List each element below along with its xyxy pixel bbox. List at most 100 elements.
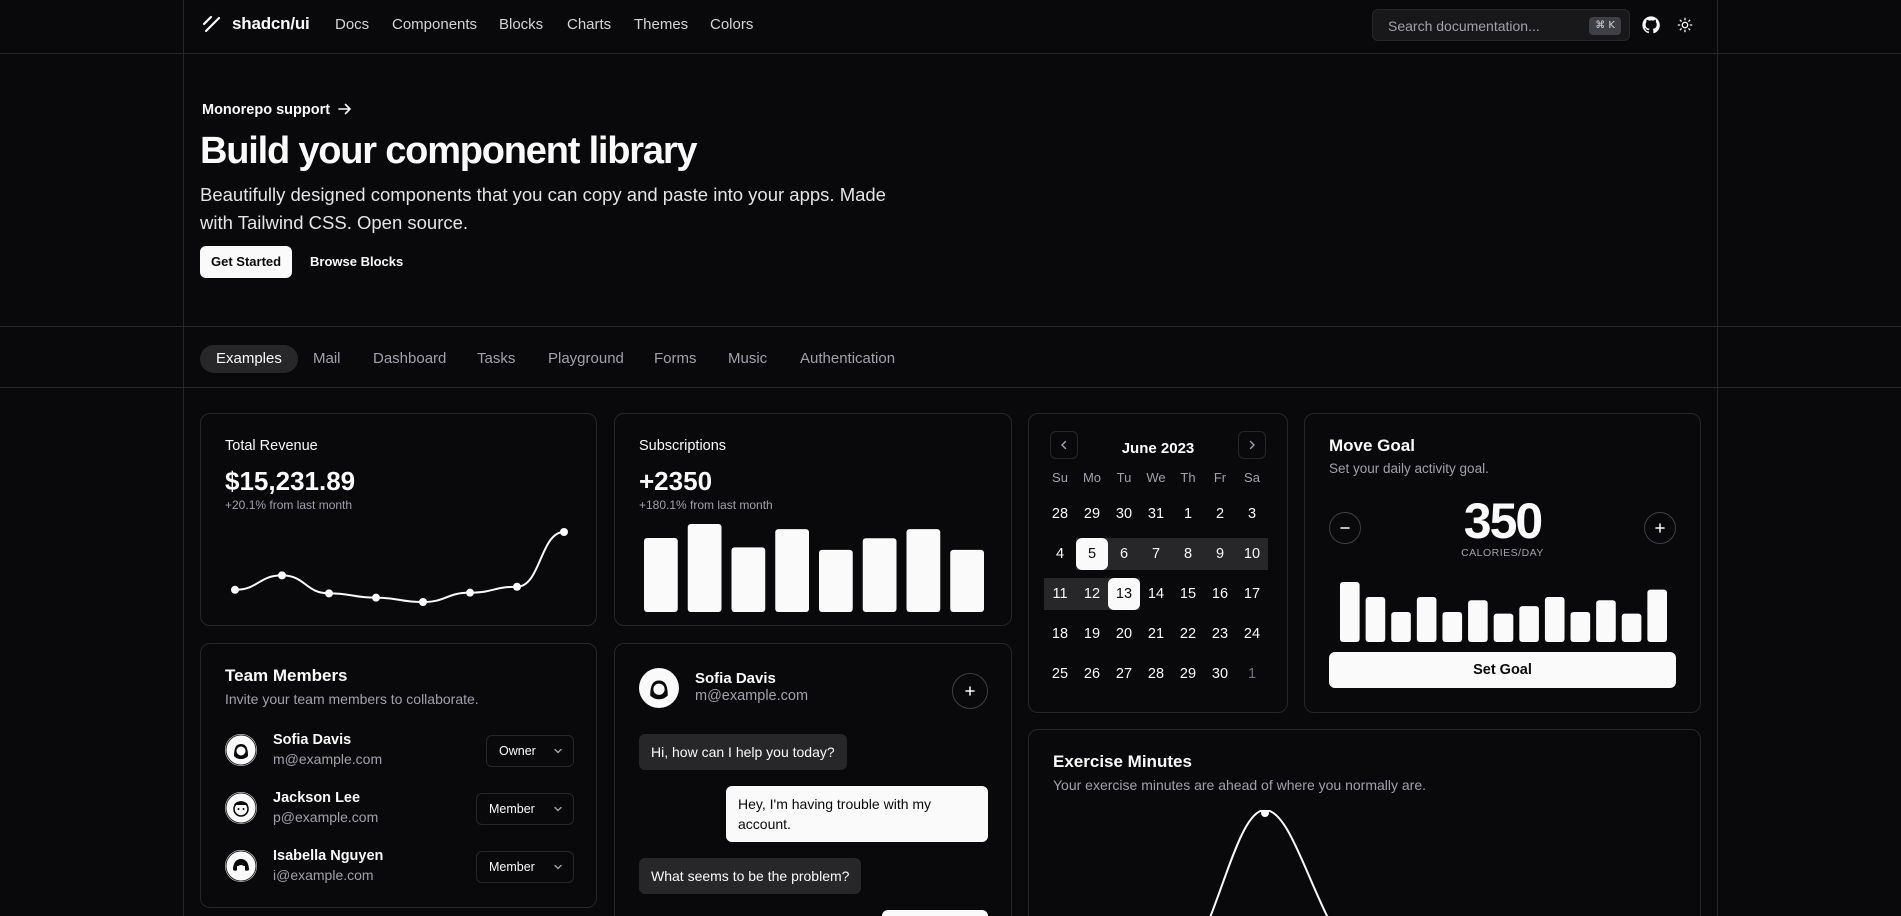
calendar-day[interactable]: 16 — [1204, 578, 1236, 610]
calendar-day[interactable]: 13 — [1108, 578, 1140, 610]
exercise-minutes-card: Exercise Minutes Your exercise minutes a… — [1028, 729, 1701, 916]
calendar-day[interactable]: 15 — [1172, 578, 1204, 610]
calendar-weekday: Su — [1052, 470, 1068, 485]
logo-text[interactable]: shadcn/ui — [232, 14, 310, 34]
calendar-day[interactable]: 31 — [1140, 498, 1172, 530]
total-revenue-card: Total Revenue $15,231.89 +20.1% from las… — [200, 413, 597, 626]
nav-blocks[interactable]: Blocks — [499, 16, 543, 33]
revenue-point — [231, 585, 239, 594]
subscriptions-bar — [687, 524, 722, 612]
calendar-day[interactable]: 17 — [1236, 578, 1268, 610]
tab-music[interactable]: Music — [712, 345, 783, 373]
tab-dashboard[interactable]: Dashboard — [357, 345, 462, 373]
calendar-day[interactable]: 5 — [1076, 538, 1108, 570]
calendar-day[interactable]: 21 — [1140, 618, 1172, 650]
tab-examples[interactable]: Examples — [200, 345, 298, 373]
move-goal-description: Set your daily activity goal. — [1329, 461, 1489, 476]
tab-tasks[interactable]: Tasks — [461, 345, 531, 373]
calendar-day[interactable]: 24 — [1236, 618, 1268, 650]
search-placeholder: Search documentation... — [1388, 18, 1540, 34]
logo-icon[interactable] — [202, 14, 222, 34]
calendar-day[interactable]: 23 — [1204, 618, 1236, 650]
get-started-button[interactable]: Get Started — [200, 246, 293, 278]
calendar-day[interactable]: 8 — [1172, 538, 1204, 570]
search-input[interactable]: Search documentation... ⌘ K — [1372, 9, 1630, 41]
sun-icon[interactable] — [1670, 10, 1700, 40]
role-select[interactable]: Member — [476, 793, 574, 825]
revenue-change: +20.1% from last month — [225, 498, 353, 512]
role-select[interactable]: Owner — [486, 735, 574, 767]
calendar-day[interactable]: 18 — [1044, 618, 1076, 650]
exercise-point — [1261, 810, 1269, 817]
goal-bar — [1340, 582, 1360, 642]
goal-bar — [1621, 613, 1642, 642]
increase-goal-button[interactable] — [1644, 512, 1676, 544]
subscriptions-bar — [819, 549, 853, 612]
revenue-point — [466, 588, 474, 597]
avatar — [225, 734, 257, 766]
nav-docs[interactable]: Docs — [335, 16, 369, 33]
subscriptions-card: Subscriptions +2350 +180.1% from last mo… — [614, 413, 1012, 626]
role-select[interactable]: Member — [476, 851, 574, 883]
browse-blocks-button[interactable]: Browse Blocks — [300, 246, 413, 278]
chat-contact-email: m@example.com — [695, 688, 809, 704]
calendar-day[interactable]: 12 — [1076, 578, 1108, 610]
nav-charts[interactable]: Charts — [567, 16, 611, 33]
nav-themes[interactable]: Themes — [634, 16, 688, 33]
calendar-day[interactable]: 11 — [1044, 578, 1076, 610]
avatar — [225, 792, 257, 824]
subscriptions-bar-chart — [644, 524, 984, 612]
subscriptions-bar — [644, 538, 678, 612]
calendar-day[interactable]: 28 — [1140, 658, 1172, 690]
calendar-next-button[interactable] — [1238, 431, 1266, 459]
announcement-link[interactable]: Monorepo support — [202, 102, 352, 118]
calendar-day[interactable]: 4 — [1044, 538, 1076, 570]
calendar-day[interactable]: 20 — [1108, 618, 1140, 650]
calendar-day[interactable]: 2 — [1204, 498, 1236, 530]
calendar-day[interactable]: 6 — [1108, 538, 1140, 570]
calendar-day[interactable]: 1 — [1172, 498, 1204, 530]
goal-bar — [1468, 600, 1488, 642]
calendar-day[interactable]: 9 — [1204, 538, 1236, 570]
calendar-day[interactable]: 22 — [1172, 618, 1204, 650]
subscriptions-bar — [731, 547, 766, 612]
new-message-button[interactable] — [952, 673, 988, 709]
subscriptions-value: +2350 — [639, 466, 713, 496]
calendar-day[interactable]: 25 — [1044, 658, 1076, 690]
nav-colors[interactable]: Colors — [710, 16, 753, 33]
calendar-day[interactable]: 14 — [1140, 578, 1172, 610]
subscriptions-bar — [906, 529, 941, 612]
calendar-day[interactable]: 27 — [1108, 658, 1140, 690]
tab-mail[interactable]: Mail — [297, 345, 357, 373]
header-divider — [0, 53, 1901, 54]
chevron-down-icon — [554, 748, 562, 754]
hero-divider — [0, 326, 1901, 327]
member-email: m@example.com — [273, 751, 383, 767]
tab-authentication[interactable]: Authentication — [784, 345, 911, 373]
calendar-day[interactable]: 19 — [1076, 618, 1108, 650]
nav-components[interactable]: Components — [392, 16, 477, 33]
set-goal-button[interactable]: Set Goal — [1329, 652, 1676, 688]
tab-forms[interactable]: Forms — [638, 345, 713, 373]
goal-bar — [1365, 597, 1386, 642]
calendar-day[interactable]: 29 — [1076, 498, 1108, 530]
exercise-title: Exercise Minutes — [1053, 752, 1192, 771]
github-icon[interactable] — [1636, 10, 1666, 40]
calendar-day[interactable]: 30 — [1204, 658, 1236, 690]
calendar-day[interactable]: 1 — [1236, 658, 1268, 690]
chevron-down-icon — [554, 806, 562, 812]
tab-playground[interactable]: Playground — [532, 345, 640, 373]
calendar-card: June 2023 Su Mo Tu We Th Fr Sa 28 29 30 31 1 2 3 4 5 6 7 8… — [1028, 413, 1288, 713]
team-members-card: Team Members Invite your team members to… — [200, 643, 597, 908]
chat-message-partial — [882, 910, 988, 916]
member-email: p@example.com — [273, 809, 379, 825]
calendar-day[interactable]: 29 — [1172, 658, 1204, 690]
plus-icon — [965, 686, 975, 696]
calendar-day[interactable]: 10 — [1236, 538, 1268, 570]
calendar-day[interactable]: 30 — [1108, 498, 1140, 530]
calendar-day[interactable]: 7 — [1140, 538, 1172, 570]
subscriptions-label: Subscriptions — [639, 438, 727, 454]
calendar-day[interactable]: 26 — [1076, 658, 1108, 690]
calendar-day[interactable]: 28 — [1044, 498, 1076, 530]
calendar-day[interactable]: 3 — [1236, 498, 1268, 530]
